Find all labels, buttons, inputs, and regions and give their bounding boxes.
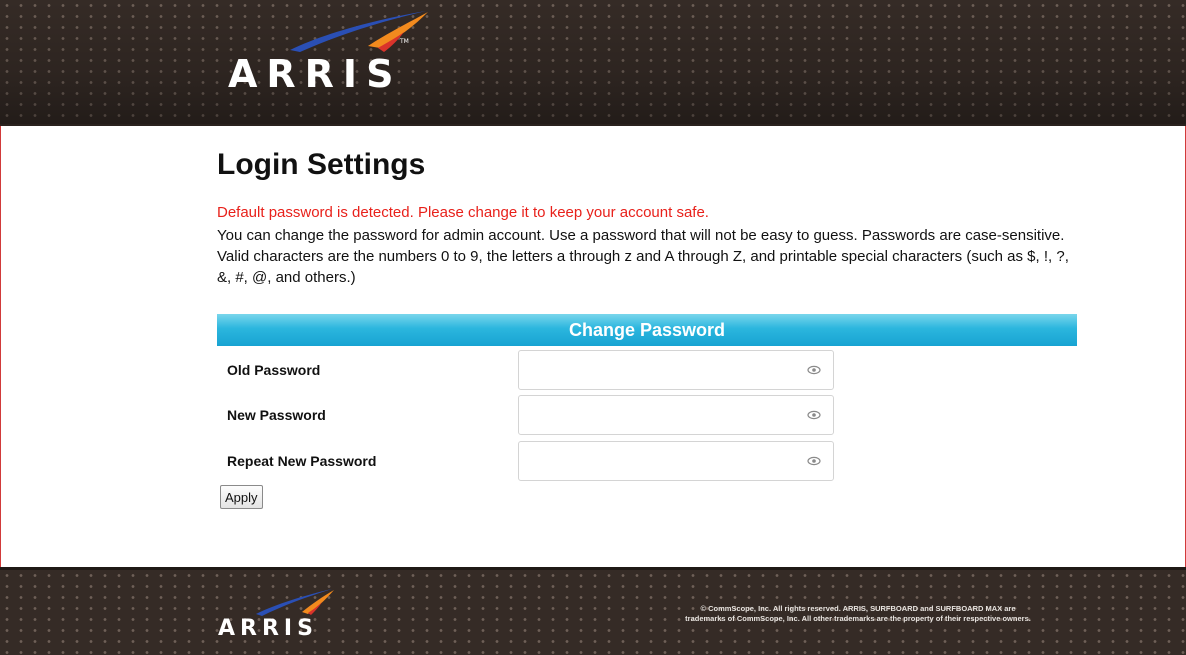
old-password-field[interactable]: [518, 350, 834, 390]
default-password-warning: Default password is detected. Please cha…: [217, 204, 709, 221]
repeat-password-input[interactable]: [519, 442, 799, 478]
eye-icon[interactable]: [807, 455, 821, 467]
old-password-input[interactable]: [519, 351, 799, 387]
arris-logo: ARRIS TM: [228, 8, 448, 96]
new-password-row: New Password: [217, 395, 1079, 435]
repeat-password-label: Repeat New Password: [227, 453, 377, 469]
eye-icon[interactable]: [807, 409, 821, 421]
change-password-banner: Change Password: [217, 314, 1077, 346]
repeat-password-row: Repeat New Password: [217, 441, 1079, 481]
old-password-row: Old Password: [217, 350, 1079, 390]
apply-button[interactable]: Apply: [220, 485, 263, 509]
new-password-field[interactable]: [518, 395, 834, 435]
page-title: Login Settings: [217, 148, 426, 181]
arris-swoosh-logo-icon: [290, 11, 428, 52]
copyright-notice: © CommScope, Inc. All rights reserved. A…: [638, 604, 1078, 624]
repeat-password-field[interactable]: [518, 441, 834, 481]
old-password-label: Old Password: [227, 362, 321, 378]
logo-wordmark: ARRIS: [228, 52, 403, 96]
new-password-input[interactable]: [519, 396, 799, 432]
new-password-label: New Password: [227, 407, 326, 423]
copyright-line-1: © CommScope, Inc. All rights reserved. A…: [700, 604, 1016, 613]
footer-logo-wordmark: ARRIS: [218, 616, 318, 641]
copyright-line-2: trademarks of CommScope, Inc. All other …: [685, 614, 1031, 623]
page-footer: ARRIS © CommScope, Inc. All rights reser…: [0, 567, 1186, 655]
page-header: ARRIS TM: [0, 0, 1186, 126]
arris-swoosh-logo-icon: [256, 589, 334, 616]
trademark-mark: TM: [400, 38, 409, 45]
eye-icon[interactable]: [807, 364, 821, 376]
password-description: You can change the password for admin ac…: [217, 227, 1069, 286]
footer-arris-logo: ARRIS: [218, 586, 348, 642]
